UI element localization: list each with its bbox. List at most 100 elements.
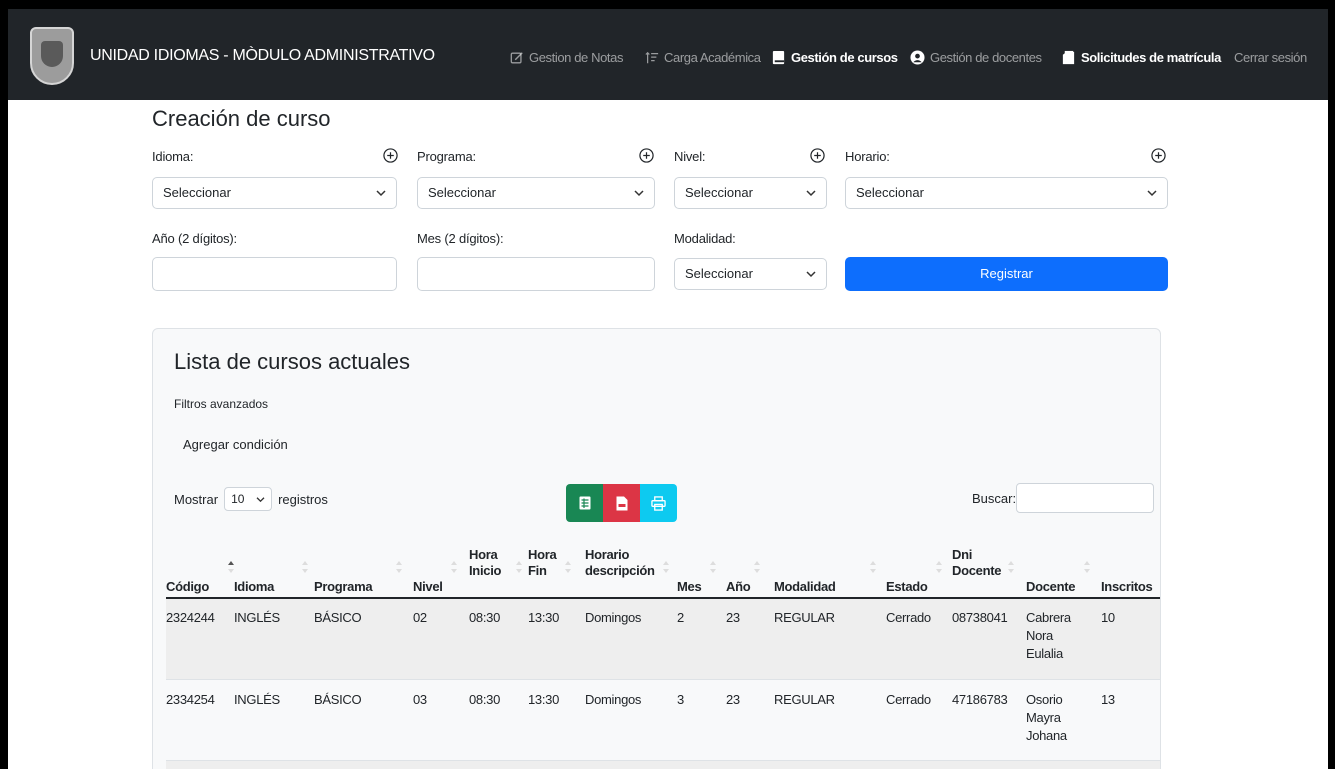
modalidad-select[interactable]: Seleccionar bbox=[674, 258, 827, 290]
col-hora-fin[interactable]: Hora Fin bbox=[528, 547, 558, 579]
programa-label: Programa: bbox=[417, 149, 476, 164]
cell-horario: Domingos bbox=[585, 610, 642, 625]
cell-hora-inicio: 08:30 bbox=[469, 610, 501, 625]
add-horario-icon[interactable] bbox=[1151, 148, 1166, 163]
select-value: Seleccionar bbox=[685, 185, 753, 200]
cell-idioma: INGLÉS bbox=[234, 610, 280, 625]
anio-label: Año (2 dígitos): bbox=[152, 231, 237, 246]
chevron-down-icon bbox=[256, 497, 265, 503]
sort-icon bbox=[396, 561, 402, 573]
nav-label: Gestión de cursos bbox=[791, 50, 898, 65]
horario-label: Horario: bbox=[845, 149, 890, 164]
mes-input[interactable] bbox=[417, 257, 655, 291]
university-logo bbox=[30, 27, 74, 85]
print-button[interactable] bbox=[640, 484, 677, 522]
sort-list-icon bbox=[645, 51, 659, 63]
idioma-select[interactable]: Seleccionar bbox=[152, 177, 397, 209]
col-mes[interactable]: Mes bbox=[677, 579, 702, 595]
select-value: Seleccionar bbox=[856, 185, 924, 200]
nav-label: Gestion de Notas bbox=[529, 50, 624, 65]
cell-anio: 23 bbox=[726, 610, 740, 625]
col-dni-docente[interactable]: Dni Docente bbox=[952, 547, 1002, 579]
navbar: UNIDAD IDIOMAS - MÒDULO ADMINISTRATIVO G… bbox=[8, 9, 1328, 100]
col-estado[interactable]: Estado bbox=[886, 579, 928, 595]
col-nivel[interactable]: Nivel bbox=[413, 579, 443, 595]
sort-icon bbox=[516, 561, 522, 573]
anio-input[interactable] bbox=[152, 257, 397, 291]
col-hora-inicio[interactable]: Hora Inicio bbox=[469, 547, 505, 579]
sort-icon bbox=[936, 561, 942, 573]
cell-docente: Osorio Mayra Johana bbox=[1026, 692, 1067, 743]
brand-title[interactable]: UNIDAD IDIOMAS - MÒDULO ADMINISTRATIVO bbox=[90, 47, 435, 65]
modalidad-label: Modalidad: bbox=[674, 231, 736, 246]
col-codigo[interactable]: Código bbox=[166, 579, 209, 595]
chevron-down-icon bbox=[1147, 190, 1157, 197]
add-programa-icon[interactable] bbox=[639, 148, 654, 163]
cell-modalidad: REGULAR bbox=[774, 610, 835, 625]
page-length-control: Mostrar 10 registros bbox=[174, 487, 328, 511]
cell-dni: 08738041 bbox=[952, 610, 1008, 625]
nav-gestion-docentes[interactable]: Gestión de docentes bbox=[910, 50, 1042, 65]
search-label: Buscar: bbox=[972, 491, 1017, 506]
cell-hora-fin: 13:30 bbox=[528, 610, 560, 625]
cell-estado: Cerrado bbox=[886, 692, 931, 707]
sort-icon bbox=[870, 561, 876, 573]
export-pdf-button[interactable] bbox=[603, 484, 640, 522]
form-title: Creación de curso bbox=[152, 106, 331, 131]
table-row[interactable] bbox=[166, 761, 1160, 769]
app-window: UNIDAD IDIOMAS - MÒDULO ADMINISTRATIVO G… bbox=[8, 9, 1328, 769]
cell-mes: 2 bbox=[677, 610, 684, 625]
sort-icon bbox=[710, 561, 716, 573]
search-input[interactable] bbox=[1016, 483, 1154, 513]
edit-icon bbox=[510, 51, 523, 63]
nav-gestion-notas[interactable]: Gestion de Notas bbox=[510, 50, 623, 65]
nav-cerrar-sesion[interactable]: Cerrar sesión bbox=[1234, 50, 1307, 65]
nav-solicitudes[interactable]: Solicitudes de matrícula bbox=[1061, 50, 1221, 65]
book-icon bbox=[772, 50, 785, 65]
cell-inscritos: 10 bbox=[1101, 610, 1115, 625]
col-modalidad[interactable]: Modalidad bbox=[774, 579, 836, 595]
select-value: Seleccionar bbox=[163, 185, 231, 200]
select-value: Seleccionar bbox=[685, 266, 753, 281]
nav-gestion-cursos[interactable]: Gestión de cursos bbox=[771, 50, 898, 65]
page-length-select[interactable]: 10 bbox=[224, 487, 273, 511]
cell-nivel: 03 bbox=[413, 692, 427, 707]
cell-hora-inicio: 08:30 bbox=[469, 692, 501, 707]
col-inscritos[interactable]: Inscritos bbox=[1101, 579, 1153, 595]
cell-idioma: INGLÉS bbox=[234, 692, 280, 707]
chevron-down-icon bbox=[806, 190, 816, 197]
col-idioma[interactable]: Idioma bbox=[234, 579, 274, 595]
col-docente[interactable]: Docente bbox=[1026, 579, 1076, 595]
programa-select[interactable]: Seleccionar bbox=[417, 177, 655, 209]
chevron-down-icon bbox=[634, 190, 644, 197]
add-nivel-icon[interactable] bbox=[810, 148, 825, 163]
nav-label: Carga Académica bbox=[664, 50, 761, 65]
advanced-filters-label: Filtros avanzados bbox=[174, 397, 269, 411]
horario-select[interactable]: Seleccionar bbox=[845, 177, 1168, 209]
spreadsheet-icon bbox=[579, 496, 590, 510]
nivel-label: Nivel: bbox=[674, 149, 706, 164]
nivel-select[interactable]: Seleccionar bbox=[674, 177, 827, 209]
chevron-down-icon bbox=[376, 190, 386, 197]
col-anio[interactable]: Año bbox=[726, 579, 751, 595]
sort-icon bbox=[754, 561, 760, 573]
records-label: registros bbox=[278, 491, 328, 507]
cell-horario: Domingos bbox=[585, 692, 642, 707]
add-condition-button[interactable]: Agregar condición bbox=[183, 437, 288, 452]
pdf-file-icon bbox=[616, 496, 627, 510]
cell-codigo: 2324244 bbox=[166, 610, 215, 625]
cell-hora-fin: 13:30 bbox=[528, 692, 560, 707]
register-button[interactable]: Registrar bbox=[845, 257, 1168, 291]
show-label: Mostrar bbox=[174, 491, 219, 507]
col-programa[interactable]: Programa bbox=[314, 579, 373, 595]
nav-label: Cerrar sesión bbox=[1234, 50, 1307, 65]
cell-docente: Cabrera Nora Eulalia bbox=[1026, 610, 1071, 661]
col-horario-descripcion[interactable]: Horario descripción bbox=[585, 547, 665, 579]
list-title: Lista de cursos actuales bbox=[174, 349, 411, 374]
nav-carga-academica[interactable]: Carga Académica bbox=[645, 50, 761, 65]
nav-label: Gestión de docentes bbox=[930, 50, 1042, 65]
add-idioma-icon[interactable] bbox=[383, 148, 398, 163]
cell-inscritos: 13 bbox=[1101, 692, 1115, 707]
cell-nivel: 02 bbox=[413, 610, 427, 625]
export-excel-button[interactable] bbox=[566, 484, 603, 522]
